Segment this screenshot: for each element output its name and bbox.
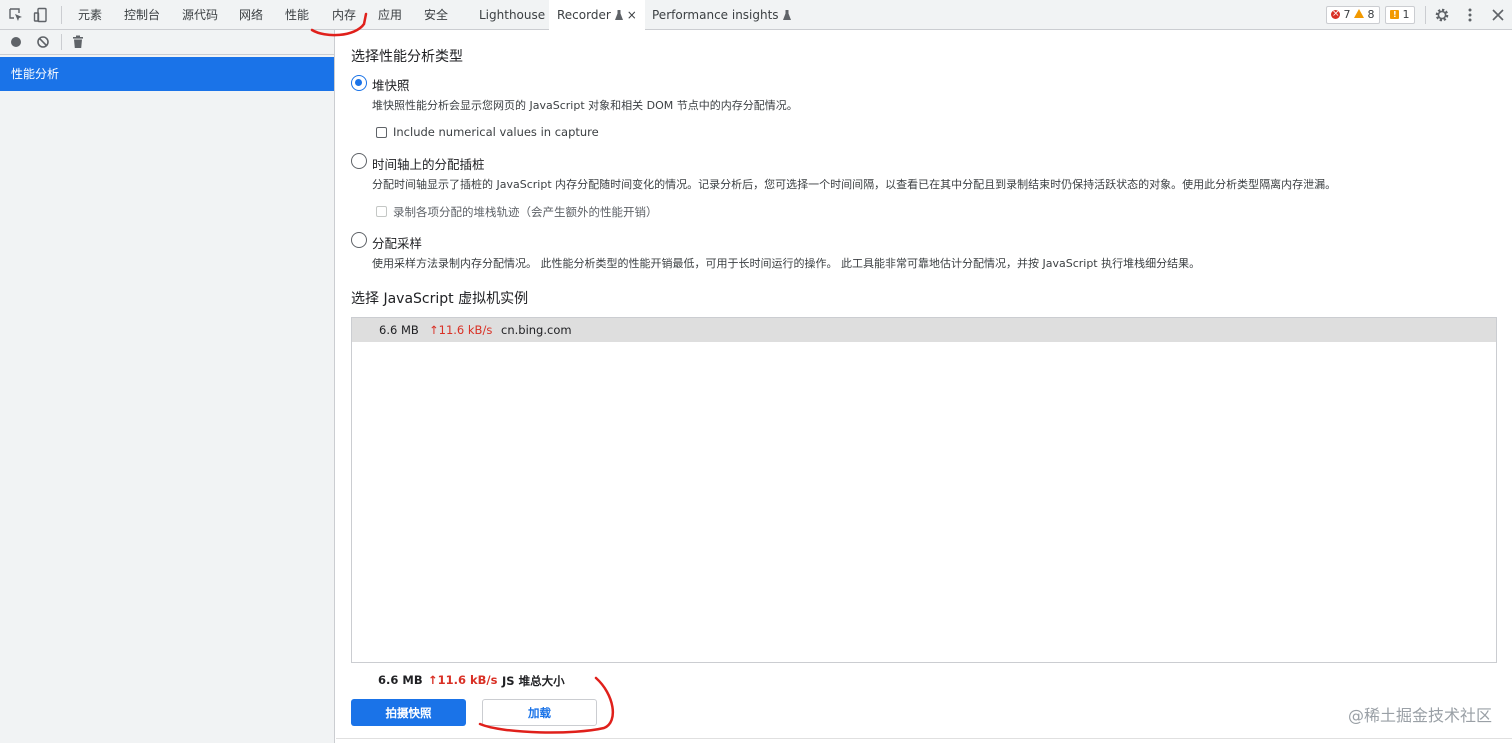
watermark: @稀土掘金技术社区 (1347, 706, 1492, 725)
experiment-flask-icon (614, 10, 623, 20)
toolbar-divider (61, 6, 62, 24)
tab-application[interactable]: 应用 (378, 0, 402, 30)
warning-icon (1354, 9, 1364, 18)
device-toolbar-icon[interactable] (33, 7, 49, 23)
load-button[interactable]: 加载 (482, 699, 597, 726)
delete-icon[interactable] (71, 35, 85, 49)
vm-instance-heading: 选择 JavaScript 虚拟机实例 (351, 291, 529, 307)
toolbar-divider (1425, 6, 1426, 24)
profiles-sidebar: 性能分析 (0, 30, 335, 743)
inspect-element-icon[interactable] (8, 7, 24, 23)
tab-network[interactable]: 网络 (239, 0, 263, 30)
allocation-sampling-radio[interactable] (351, 232, 367, 248)
vm-heap-rate: ↑11.6 kB/s (429, 323, 493, 337)
numerical-values-checkbox[interactable] (376, 127, 387, 138)
tab-performance-insights[interactable]: Performance insights (652, 0, 791, 30)
tab-recorder[interactable]: Recorder × (549, 0, 645, 30)
allocation-timeline-radio[interactable] (351, 153, 367, 169)
tab-sources[interactable]: 源代码 (182, 0, 218, 30)
take-snapshot-button[interactable]: 拍摄快照 (351, 699, 466, 726)
close-tab-icon[interactable]: × (627, 8, 637, 22)
vm-instance-row[interactable]: 6.6 MB ↑11.6 kB/s cn.bing.com (352, 318, 1496, 342)
warning-count: 8 (1367, 8, 1375, 21)
allocation-timeline-description: 分配时间轴显示了插桩的 JavaScript 内存分配随时间变化的情况。记录分析… (372, 178, 1337, 191)
total-heap-label: JS 堆总大小 (502, 674, 565, 688)
tab-performance[interactable]: 性能 (285, 0, 309, 30)
stack-traces-checkbox[interactable] (376, 206, 387, 217)
allocation-sampling-label[interactable]: 分配采样 (372, 233, 422, 252)
error-count: 7 (1343, 8, 1351, 21)
experiment-flask-icon (782, 10, 791, 20)
toolbar-divider (61, 34, 62, 50)
heap-snapshot-description: 堆快照性能分析会显示您网页的 JavaScript 对象和相关 DOM 节点中的… (372, 99, 798, 112)
allocation-timeline-label[interactable]: 时间轴上的分配插桩 (372, 154, 485, 173)
sidebar-item-profiles[interactable]: 性能分析 (0, 57, 334, 91)
tab-memory[interactable]: 内存 (332, 0, 356, 30)
allocation-sampling-description: 使用采样方法录制内存分配情况。 此性能分析类型的性能开销最低，可用于长时间运行的… (372, 257, 1201, 270)
close-devtools-icon[interactable] (1490, 7, 1506, 23)
numerical-values-label[interactable]: Include numerical values in capture (393, 125, 599, 139)
tab-console[interactable]: 控制台 (124, 0, 160, 30)
total-heap-size: 6.6 MB (378, 673, 423, 687)
stack-traces-label[interactable]: 录制各项分配的堆栈轨迹（会产生额外的性能开销） (393, 204, 658, 220)
sidebar-toolbar (0, 30, 334, 55)
devtools-tab-bar: 元素 控制台 源代码 网络 性能 内存 应用 安全 Lighthouse Rec… (0, 0, 1512, 30)
record-icon[interactable] (9, 35, 23, 49)
tab-recorder-label: Recorder (557, 8, 611, 22)
vm-instance-list: 6.6 MB ↑11.6 kB/s cn.bing.com (351, 317, 1497, 663)
tab-lighthouse[interactable]: Lighthouse (479, 0, 545, 30)
heap-snapshot-label[interactable]: 堆快照 (372, 75, 410, 94)
issues-icon (1390, 7, 1399, 23)
tab-performance-insights-label: Performance insights (652, 8, 779, 22)
issues-count: 1 (1402, 8, 1410, 21)
clear-icon[interactable] (36, 35, 50, 49)
error-warning-counter[interactable]: 7 8 (1326, 6, 1380, 24)
tab-elements[interactable]: 元素 (78, 0, 102, 30)
memory-panel-main: 选择性能分析类型 堆快照 堆快照性能分析会显示您网页的 JavaScript 对… (336, 30, 1512, 743)
vm-host: cn.bing.com (501, 323, 572, 337)
issues-counter[interactable]: 1 (1385, 6, 1415, 24)
bottom-divider (336, 738, 1512, 739)
tab-security[interactable]: 安全 (424, 0, 448, 30)
vm-heap-size: 6.6 MB (379, 323, 419, 337)
total-heap-rate: ↑11.6 kB/s (428, 673, 498, 687)
profile-type-heading: 选择性能分析类型 (351, 49, 463, 65)
error-icon (1331, 6, 1340, 22)
settings-gear-icon[interactable] (1434, 7, 1450, 23)
heap-snapshot-radio[interactable] (351, 75, 367, 91)
more-options-icon[interactable] (1462, 7, 1478, 23)
